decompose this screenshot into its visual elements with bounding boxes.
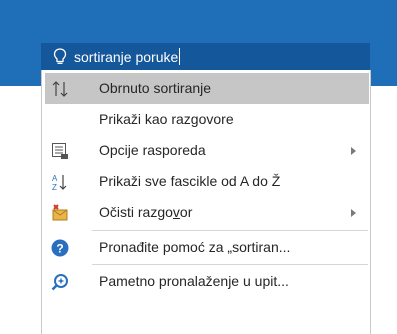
menu-item-clean-up-conversation[interactable]: Očisti razgovor (45, 197, 369, 228)
search-results-menu: Obrnuto sortiranje Prikaži kao razgovore… (41, 70, 371, 334)
search-input[interactable]: sortiranje poruke (74, 49, 178, 65)
menu-item-show-folders-a-z[interactable]: A Z Prikaži sve fascikle od A do Ž (45, 166, 369, 197)
sort-reverse-icon (49, 78, 71, 100)
submenu-arrow-icon (351, 209, 356, 217)
svg-text:?: ? (56, 242, 63, 256)
menu-separator (92, 264, 368, 265)
clean-up-mail-icon (49, 202, 71, 224)
lightbulb-icon (50, 47, 70, 67)
menu-item-find-help[interactable]: ? Pronađite pomoć za „sortiran... (45, 232, 369, 263)
menu-item-smart-lookup[interactable]: Pametno pronalaženje u upit... (45, 266, 369, 297)
menu-item-layout-options[interactable]: Opcije rasporeda (45, 135, 369, 166)
menu-separator (92, 230, 368, 231)
help-icon: ? (49, 237, 71, 259)
menu-item-label: Prikaži sve fascikle od A do Ž (99, 173, 281, 189)
menu-item-label: Opcije rasporeda (99, 142, 206, 158)
smart-lookup-icon (49, 271, 71, 293)
submenu-arrow-icon (351, 147, 356, 155)
menu-item-label: Obrnuto sortiranje (99, 80, 212, 96)
svg-text:Z: Z (52, 183, 57, 192)
menu-item-label: Pronađite pomoć za „sortiran... (99, 239, 291, 255)
menu-item-label: Pametno pronalaženje u upit... (99, 273, 289, 289)
tell-me-search-box[interactable]: sortiranje poruke (41, 43, 370, 70)
menu-item-show-as-conversations[interactable]: Prikaži kao razgovore (45, 104, 369, 135)
sort-az-icon: A Z (49, 171, 71, 193)
svg-text:A: A (52, 174, 58, 183)
text-caret (179, 48, 181, 65)
menu-item-label: Prikaži kao razgovore (99, 111, 234, 127)
menu-item-label: Očisti razgovor (99, 204, 193, 220)
layout-options-icon (49, 140, 71, 162)
menu-item-reverse-sort[interactable]: Obrnuto sortiranje (45, 73, 369, 104)
